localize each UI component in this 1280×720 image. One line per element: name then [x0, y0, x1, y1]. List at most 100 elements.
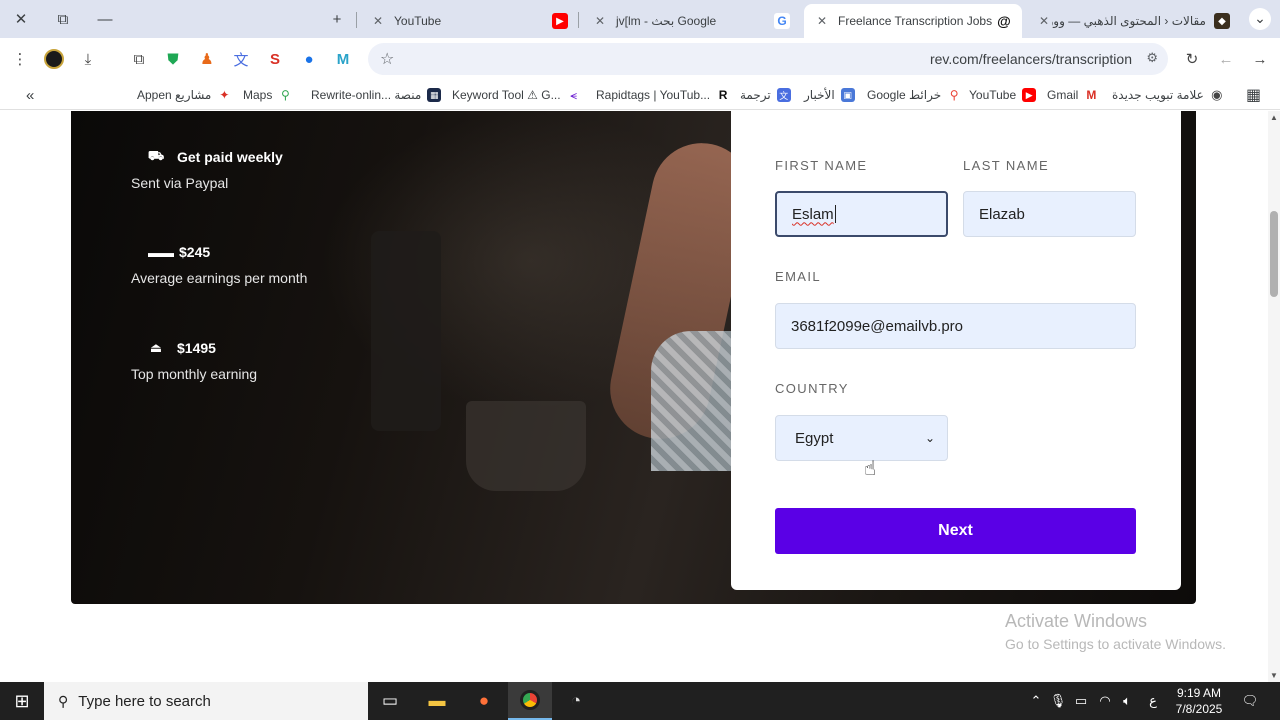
tab-separator — [578, 12, 579, 28]
avatar-icon — [44, 49, 64, 69]
bookmark-youtube[interactable]: YouTube ▶ — [969, 86, 1037, 104]
search-placeholder: Type here to search — [78, 692, 211, 710]
country-select[interactable]: Egypt ⌄ — [775, 415, 948, 461]
extension-m[interactable]: M — [331, 47, 355, 71]
country-value: Egypt — [795, 429, 834, 447]
file-explorer-button[interactable]: ▬ — [415, 682, 459, 720]
scroll-down-icon[interactable]: ▼ — [1268, 671, 1280, 680]
bookmark-gmail[interactable]: Gmail M — [1047, 86, 1099, 104]
last-name-value: Elazab — [979, 205, 1025, 223]
firefox-icon: ● — [478, 691, 490, 710]
new-tab-button[interactable]: + — [316, 0, 358, 38]
maps-pin-icon: ⚲ — [947, 88, 962, 102]
extension-translate[interactable]: 文 — [229, 47, 253, 71]
arrow-right-icon: → — [1252, 50, 1268, 68]
reload-button[interactable]: ↻ — [1180, 47, 1204, 71]
stat-subtitle: Average earnings per month — [131, 270, 308, 286]
bookmark-new-tab[interactable]: علامة تبويب جديدة ◉ — [1112, 86, 1224, 104]
taskbar-search-box[interactable]: ⚲ Type here to search — [44, 682, 368, 720]
bookmark-google-maps[interactable]: Google خرائط ⚲ — [867, 86, 962, 104]
profile-avatar[interactable] — [42, 47, 66, 71]
translate-icon: 文 — [233, 51, 249, 69]
back-button[interactable]: → — [1248, 47, 1272, 71]
window-minimize-button[interactable]: — — [84, 0, 126, 38]
extensions-button[interactable]: ⧉ — [127, 47, 151, 71]
more-vert-icon: ⋮ — [12, 51, 28, 68]
site-settings-icon[interactable]: ⚙ — [1146, 50, 1158, 66]
bookmark-appen[interactable]: Appen مشاريع ✦ — [137, 86, 232, 104]
notifications-button[interactable]: 🗨︎ — [1236, 682, 1264, 720]
volume-tray[interactable]: 🔈︎ — [1116, 682, 1138, 720]
taskbar-clock[interactable]: 9:19 AM 7/8/2025 — [1168, 685, 1230, 717]
extension-s[interactable]: S — [263, 47, 287, 71]
stat-title: Get paid weekly — [177, 149, 283, 165]
start-button[interactable]: ⊞ — [0, 682, 44, 720]
bookmark-star-icon[interactable]: ☆ — [380, 49, 394, 69]
bookmark-rapidtags[interactable]: Rapidtags | YouTub... R — [596, 86, 731, 104]
bookmark-rewrite[interactable]: Rewrite-onlin... منصة ▦ — [311, 86, 442, 104]
menu-button[interactable]: ⋮ — [8, 47, 32, 71]
extension-blue[interactable]: ● — [297, 47, 321, 71]
first-name-value: Eslam — [792, 205, 834, 223]
window-restore-button[interactable]: ⧉ — [42, 0, 84, 38]
tab-close-icon[interactable]: ✕ — [370, 14, 386, 28]
battery-tray[interactable]: ▭ — [1070, 682, 1092, 720]
puzzle-icon: ⧉ — [133, 50, 145, 68]
first-name-field[interactable]: Eslam — [775, 191, 948, 237]
chrome-button[interactable] — [508, 682, 552, 720]
tab-rev-transcription[interactable]: ✕ Freelance Transcription Jobs | Tr @ — [804, 4, 1022, 38]
bookmark-maps[interactable]: Maps ⚲ — [243, 86, 293, 104]
close-icon: ✕ — [14, 11, 28, 28]
tab-title: مقالات ‹ المحتوى الذهبي — ووردب — [1052, 14, 1206, 28]
tab-wordpress[interactable]: ✕ مقالات ‹ المحتوى الذهبي — ووردب ◆ — [1026, 4, 1240, 38]
tab-youtube[interactable]: ✕ YouTube ▶ — [360, 4, 578, 38]
hero-thermos — [371, 231, 441, 431]
wifi-tray[interactable]: ◠ — [1094, 682, 1116, 720]
news-icon: ▣ — [840, 88, 855, 102]
email-field[interactable]: 3681f2099e@emailvb.pro — [775, 303, 1136, 349]
forward-button[interactable]: ← — [1214, 47, 1238, 71]
speedometer-icon: ◔ — [570, 691, 582, 710]
gmail-icon: M — [1084, 88, 1099, 102]
firefox-button[interactable]: ● — [462, 682, 506, 720]
tab-search-button[interactable]: ⌄ — [1240, 0, 1280, 38]
microphone-tray[interactable]: 🎙︎ — [1048, 682, 1068, 720]
text-caret — [834, 205, 836, 223]
translate-icon: 文 — [776, 88, 791, 102]
window-close-button[interactable]: ✕ — [0, 0, 42, 38]
bookmark-translate[interactable]: ترجمة 文 — [740, 86, 791, 104]
language-indicator: ع — [1149, 693, 1157, 708]
maps-pin-icon: ⚲ — [278, 88, 293, 102]
downloads-button[interactable]: ⤓ — [76, 47, 100, 71]
tab-close-icon[interactable]: ✕ — [814, 14, 830, 28]
bookmark-label: Rewrite-onlin... منصة — [311, 88, 422, 102]
speaker-icon: 🔈︎ — [1123, 693, 1131, 708]
next-button[interactable]: Next — [775, 508, 1136, 554]
windows-logo-icon: ⊞ — [14, 690, 30, 711]
last-name-field[interactable]: Elazab — [963, 191, 1136, 237]
arrow-left-icon: ← — [1218, 50, 1234, 68]
page-content: ⛟ Get paid weekly Sent via Paypal ▬▬ $24… — [0, 111, 1268, 682]
extension-shield[interactable]: ⛊ — [161, 47, 185, 71]
tab-close-icon[interactable]: ✕ — [1036, 14, 1052, 28]
bookmark-label: Google خرائط — [867, 88, 942, 102]
scrollbar-thumb[interactable] — [1270, 211, 1278, 297]
extension-orange[interactable]: ♟ — [195, 47, 219, 71]
input-language[interactable]: ع — [1142, 682, 1164, 720]
tab-google-search[interactable]: ✕ jv[lm - بحث Google G — [582, 4, 800, 38]
tab-strip: ✕ ⧉ — + ✕ YouTube ▶ ✕ jv[lm - بحث Google… — [0, 0, 1280, 38]
bookmark-news[interactable]: الأخبار ▣ — [804, 86, 855, 104]
bookmarks-overflow-button[interactable]: « — [26, 86, 34, 104]
address-bar[interactable]: ☆ rev.com/freelancers/transcription ⚙ — [368, 43, 1168, 75]
show-hidden-icons-button[interactable]: ⌃ — [1026, 682, 1046, 720]
vertical-scrollbar[interactable]: ▲ ▼ — [1268, 111, 1280, 682]
all-bookmarks-button[interactable]: ▦ — [1246, 86, 1261, 104]
scroll-up-icon[interactable]: ▲ — [1268, 113, 1280, 122]
bookmark-keyword-tool[interactable]: Keyword Tool ⚠ G... ⪪ — [452, 86, 581, 104]
task-view-button[interactable]: ▭ — [368, 682, 412, 720]
recorder-button[interactable]: ◔ — [554, 682, 598, 720]
tab-close-icon[interactable]: ✕ — [592, 14, 608, 28]
bookmark-label: Keyword Tool ⚠ G... — [452, 88, 561, 102]
bookmark-label: Rapidtags | YouTub... — [596, 88, 711, 102]
hand-cursor-icon: ☝ — [864, 458, 877, 480]
